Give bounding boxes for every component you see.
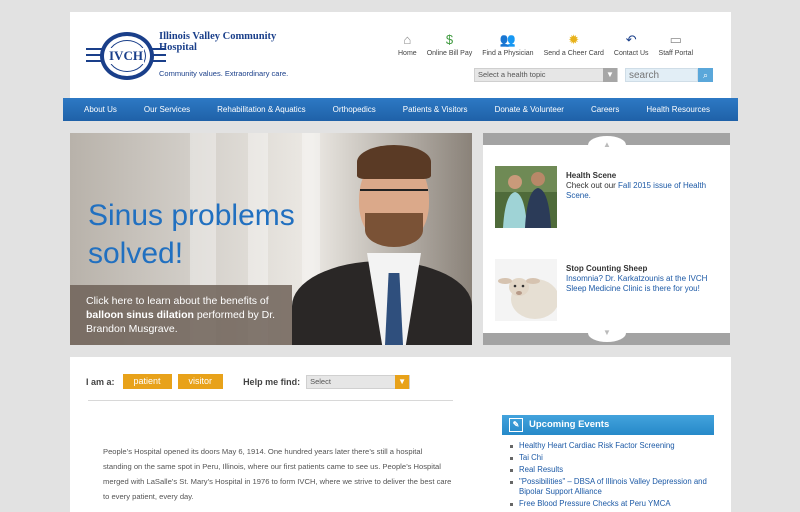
sun-icon: ✹ (568, 32, 580, 47)
carousel-down-button[interactable]: ▼ (588, 324, 626, 342)
main-nav-item[interactable]: Our Services (130, 105, 190, 114)
story-item[interactable]: Stop Counting Sheep Insomnia? Dr. Karkat… (495, 259, 723, 321)
main-nav-item[interactable]: About Us (63, 105, 117, 114)
main-nav-item[interactable]: Donate & Volunteer (481, 105, 564, 114)
content-area: I am a: patient visitor Help me find: Se… (70, 357, 731, 512)
utility-nav-label: Find a Physician (482, 50, 534, 57)
main-nav-item[interactable]: Careers (577, 105, 619, 114)
home-icon: ⌂ (403, 32, 412, 47)
utility-nav-item[interactable]: ▭ Staff Portal (659, 32, 694, 57)
chevron-down-icon: ▼ (603, 328, 611, 337)
site-header: IVCH Illinois Valley Community Hospital … (70, 12, 731, 100)
hero-caption-text: Click here to learn about the benefits o… (86, 295, 269, 307)
main-nav-item[interactable]: Health Resources (632, 105, 710, 114)
page: IVCH Illinois Valley Community Hospital … (63, 12, 738, 512)
ivch-logo[interactable]: IVCH Illinois Valley Community Hospital … (86, 26, 306, 92)
health-scene-photo (495, 166, 557, 228)
main-nav-item[interactable]: Orthopedics (319, 105, 376, 114)
audience-label: I am a: (86, 376, 115, 387)
health-topic-select[interactable]: Select a health topic ▼ (474, 68, 618, 82)
help-me-find-select[interactable]: Select ▼ (306, 374, 411, 389)
utility-nav-label: Online Bill Pay (426, 50, 473, 57)
search-input[interactable] (625, 68, 698, 82)
main-nav-item[interactable]: Rehabilitation & Aquatics (203, 105, 306, 114)
utility-nav: ⌂ Home $ Online Bill Pay 👥 Find a Physician ✹ S… (398, 32, 703, 57)
hero-headline: Sinus problems solved! (88, 199, 295, 270)
event-link[interactable]: Healthy Heart Cardiac Risk Factor Screen… (510, 441, 720, 451)
doctor-photo-beard (365, 213, 423, 247)
utility-nav-item[interactable]: ✹ Send a Cheer Card (544, 32, 604, 57)
story-text: Stop Counting Sheep Insomnia? Dr. Karkat… (566, 264, 716, 294)
story-body: Check out our (566, 181, 619, 190)
story-title: Stop Counting Sheep (566, 264, 648, 273)
search-icon: ⌕ (702, 70, 709, 80)
visitor-button[interactable]: visitor (177, 374, 224, 389)
carousel-up-button[interactable]: ▲ (588, 136, 626, 154)
upcoming-events-title: Upcoming Events (529, 419, 610, 430)
utility-nav-item[interactable]: $ Online Bill Pay (427, 32, 473, 57)
chevron-down-icon: ▼ (603, 68, 617, 82)
audience-selector: I am a: patient visitor Help me find: Se… (86, 374, 411, 389)
utility-nav-item[interactable]: ⌂ Home (398, 32, 417, 57)
divider (88, 400, 453, 401)
story-item[interactable]: Health Scene Check out our Fall 2015 iss… (495, 166, 723, 228)
chevron-up-icon: ▲ (603, 140, 611, 149)
upcoming-events-list: Healthy Heart Cardiac Risk Factor Screen… (510, 441, 720, 511)
story-carousel-panel: Health Scene Check out our Fall 2015 iss… (483, 145, 730, 333)
logo-name: Illinois Valley Community Hospital (159, 31, 277, 53)
patient-button[interactable]: patient (122, 374, 172, 389)
logo-initials: IVCH (108, 48, 144, 64)
doctor-photo-glasses (360, 189, 428, 203)
upcoming-events-header: ✎ Upcoming Events (502, 415, 714, 435)
story-carousel: Health Scene Check out our Fall 2015 iss… (483, 133, 730, 345)
utility-nav-label: Contact Us (613, 50, 649, 57)
dollar-icon: $ (445, 32, 454, 47)
utility-nav-label: Send a Cheer Card (543, 50, 604, 57)
utility-nav-label: Home (398, 50, 417, 57)
hero-banner[interactable]: Sinus problems solved! Click here to lea… (70, 133, 472, 345)
story-title: Health Scene (566, 171, 617, 180)
health-topic-select-value: Select a health topic (478, 70, 546, 79)
utility-nav-item[interactable]: 👥 Find a Physician (482, 32, 533, 57)
help-me-find-label: Help me find: (243, 376, 301, 387)
reply-arrow-icon: ↶ (625, 32, 637, 47)
story-link[interactable]: Insomnia? Dr. Karkatzounis at the IVCH S… (566, 274, 707, 293)
doctor-photo-hair (357, 145, 431, 179)
main-nav-item[interactable]: Patients & Visitors (389, 105, 468, 114)
search-button[interactable]: ⌕ (698, 68, 713, 82)
main-nav: About Us Our Services Rehabilitation & Aqu… (63, 98, 738, 121)
utility-nav-item[interactable]: ↶ Contact Us (614, 32, 649, 57)
monitor-icon: ▭ (669, 32, 682, 47)
story-text: Health Scene Check out our Fall 2015 iss… (566, 171, 716, 201)
hero-caption-emphasis: balloon sinus dilation (86, 309, 194, 321)
event-link[interactable]: Real Results (510, 465, 720, 475)
utility-nav-label: Staff Portal (658, 50, 694, 57)
edit-calendar-icon: ✎ (509, 418, 523, 432)
event-link[interactable]: "Possibilities" – DBSA of Illinois Valle… (510, 477, 720, 497)
event-link[interactable]: Free Blood Pressure Checks at Peru YMCA (510, 499, 720, 509)
logo-tagline: Community values. Extraordinary care. (159, 69, 289, 78)
hero-caption[interactable]: Click here to learn about the benefits o… (70, 285, 292, 345)
people-icon: 👥 (499, 32, 516, 47)
sheep-photo (495, 259, 557, 321)
chevron-down-icon: ▼ (395, 374, 410, 389)
about-text: People’s Hospital opened its doors May 6… (103, 447, 452, 501)
help-me-find-select-value: Select (310, 376, 331, 386)
event-link[interactable]: Tai Chi (510, 453, 720, 463)
